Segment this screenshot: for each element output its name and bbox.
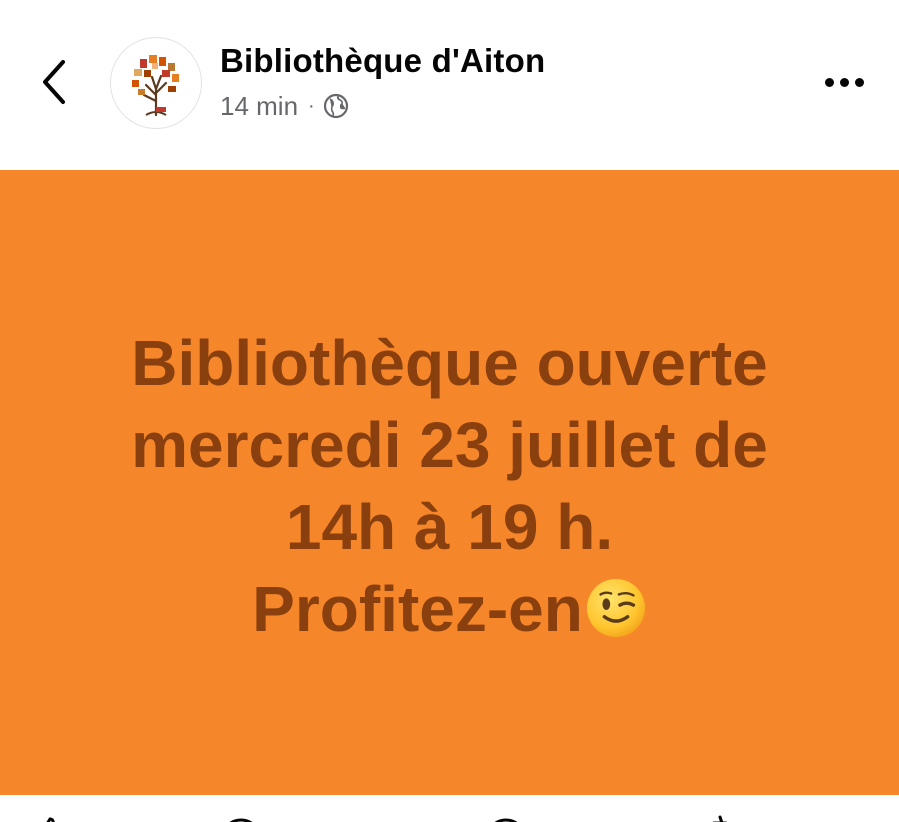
send-icon[interactable] <box>480 817 532 822</box>
post-meta: 14 min · <box>220 90 349 122</box>
more-horizontal-icon <box>839 77 849 87</box>
meta-separator: · <box>308 94 315 117</box>
like-icon[interactable] <box>30 815 70 822</box>
comment-icon[interactable] <box>215 817 267 822</box>
chevron-left-icon <box>43 60 65 104</box>
tree-of-books-logo <box>132 55 179 117</box>
back-button[interactable] <box>30 52 78 112</box>
post-header: Bibliothèque d'Aiton 14 min · <box>0 0 899 170</box>
post-actions-bar <box>0 795 899 822</box>
post-line: Profitez-en <box>252 572 583 645</box>
globe-icon[interactable] <box>323 93 349 119</box>
post-text-card: Bibliothèque ouverte mercredi 23 juillet… <box>0 170 899 795</box>
page-avatar[interactable] <box>110 37 202 129</box>
more-horizontal-icon <box>854 77 864 87</box>
post-line: Bibliothèque ouverte <box>131 326 768 399</box>
more-horizontal-icon <box>824 77 834 87</box>
winking-face-emoji-icon <box>586 578 645 637</box>
post-time[interactable]: 14 min <box>220 91 298 122</box>
post-line: mercredi 23 juillet de <box>131 408 768 481</box>
page-name[interactable]: Bibliothèque d'Aiton <box>220 42 545 80</box>
more-options-button[interactable] <box>812 60 876 104</box>
post-line: 14h à 19 h. <box>285 490 614 563</box>
post-message: Bibliothèque ouverte mercredi 23 juillet… <box>40 322 860 650</box>
share-icon[interactable] <box>700 813 740 822</box>
post-line-with-emoji: Profitez-en <box>40 568 860 650</box>
